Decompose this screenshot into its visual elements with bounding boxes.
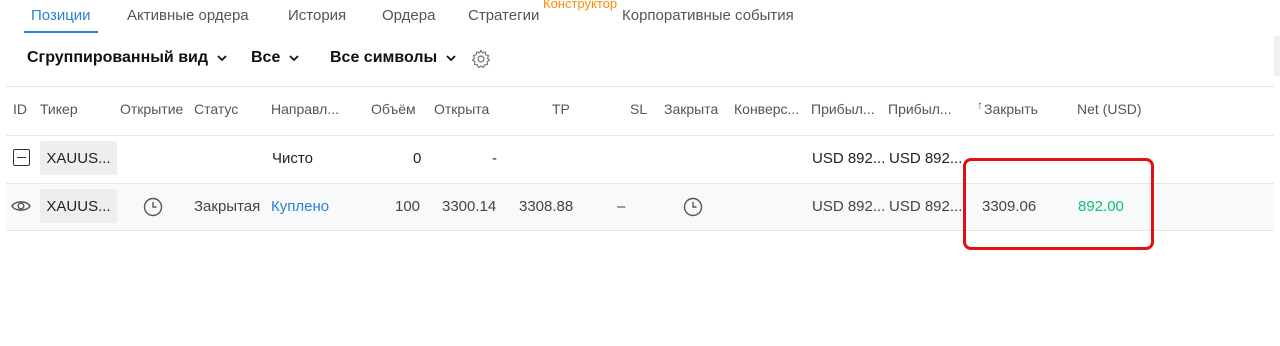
highlight-box	[963, 158, 1154, 250]
tab-positions[interactable]: Позиции	[24, 7, 98, 33]
all-symbols-dropdown[interactable]: Все символы	[330, 49, 457, 67]
col-open-price[interactable]: Открыта	[434, 101, 489, 117]
tab-strategies[interactable]: Стратегии	[468, 7, 539, 24]
all-symbols-label: Все символы	[330, 49, 438, 66]
col-profit-1[interactable]: Прибыл...	[811, 101, 875, 117]
gear-icon[interactable]	[470, 48, 492, 70]
ticker-chip[interactable]: XAUUS...	[40, 189, 117, 223]
col-status[interactable]: Статус	[194, 101, 238, 117]
eye-icon[interactable]	[11, 198, 31, 214]
col-net-usd[interactable]: Net (USD)	[1077, 101, 1142, 117]
filter-all-label: Все	[251, 49, 281, 66]
tab-bar: Позиции Активные ордера История Ордера С…	[0, 0, 1280, 36]
col-profit-2[interactable]: Прибыл...	[888, 101, 952, 117]
col-open-time[interactable]: Открытие	[120, 101, 183, 117]
chevron-down-icon	[289, 55, 299, 62]
clock-icon[interactable]	[683, 197, 703, 217]
profit-1-cell: USD 892...	[812, 198, 886, 215]
chevron-down-icon	[446, 55, 456, 62]
profit-2-cell: USD 892...	[889, 198, 963, 215]
col-conversion[interactable]: Конверс...	[734, 101, 799, 117]
volume-cell: 0	[413, 150, 422, 167]
col-close[interactable]: Закрыть	[984, 101, 1038, 117]
open-price-cell: -	[492, 150, 497, 167]
direction-cell: Чисто	[272, 150, 313, 167]
tab-history[interactable]: История	[288, 7, 346, 24]
tab-constructor[interactable]: Конструктор	[543, 0, 617, 11]
profit-2-cell: USD 892...	[889, 150, 963, 167]
col-tp[interactable]: TP	[552, 101, 570, 117]
col-sl[interactable]: SL	[630, 101, 647, 117]
filter-all-dropdown[interactable]: Все	[251, 49, 300, 67]
divider	[6, 86, 1274, 87]
collapse-icon[interactable]	[13, 149, 30, 166]
sl-cell: –	[617, 198, 626, 215]
col-id[interactable]: ID	[13, 101, 27, 117]
chevron-down-icon	[217, 55, 227, 62]
volume-cell: 100	[395, 198, 421, 215]
col-close-time[interactable]: Закрыта	[664, 101, 718, 117]
clock-icon[interactable]	[143, 197, 163, 217]
grouped-view-dropdown[interactable]: Сгруппированный вид	[27, 49, 228, 67]
tab-orders[interactable]: Ордера	[382, 7, 435, 24]
open-price-cell: 3300.14	[442, 198, 497, 215]
ticker-chip[interactable]: XAUUS...	[40, 141, 117, 175]
grouped-view-label: Сгруппированный вид	[27, 49, 209, 66]
direction-cell: Куплено	[271, 198, 330, 215]
tab-corporate-events[interactable]: Корпоративные события	[622, 7, 794, 24]
col-volume[interactable]: Объём	[371, 101, 416, 117]
col-ticker[interactable]: Тикер	[40, 101, 78, 117]
profit-1-cell: USD 892...	[812, 150, 886, 167]
col-direction[interactable]: Направл...	[271, 101, 339, 117]
sort-arrow-icon: ↑	[977, 98, 983, 112]
status-cell: Закрытая	[194, 198, 261, 215]
scrollbar[interactable]	[1274, 36, 1280, 76]
tp-cell: 3308.88	[519, 198, 574, 215]
tab-active-orders[interactable]: Активные ордера	[127, 7, 249, 24]
divider	[6, 135, 1274, 136]
